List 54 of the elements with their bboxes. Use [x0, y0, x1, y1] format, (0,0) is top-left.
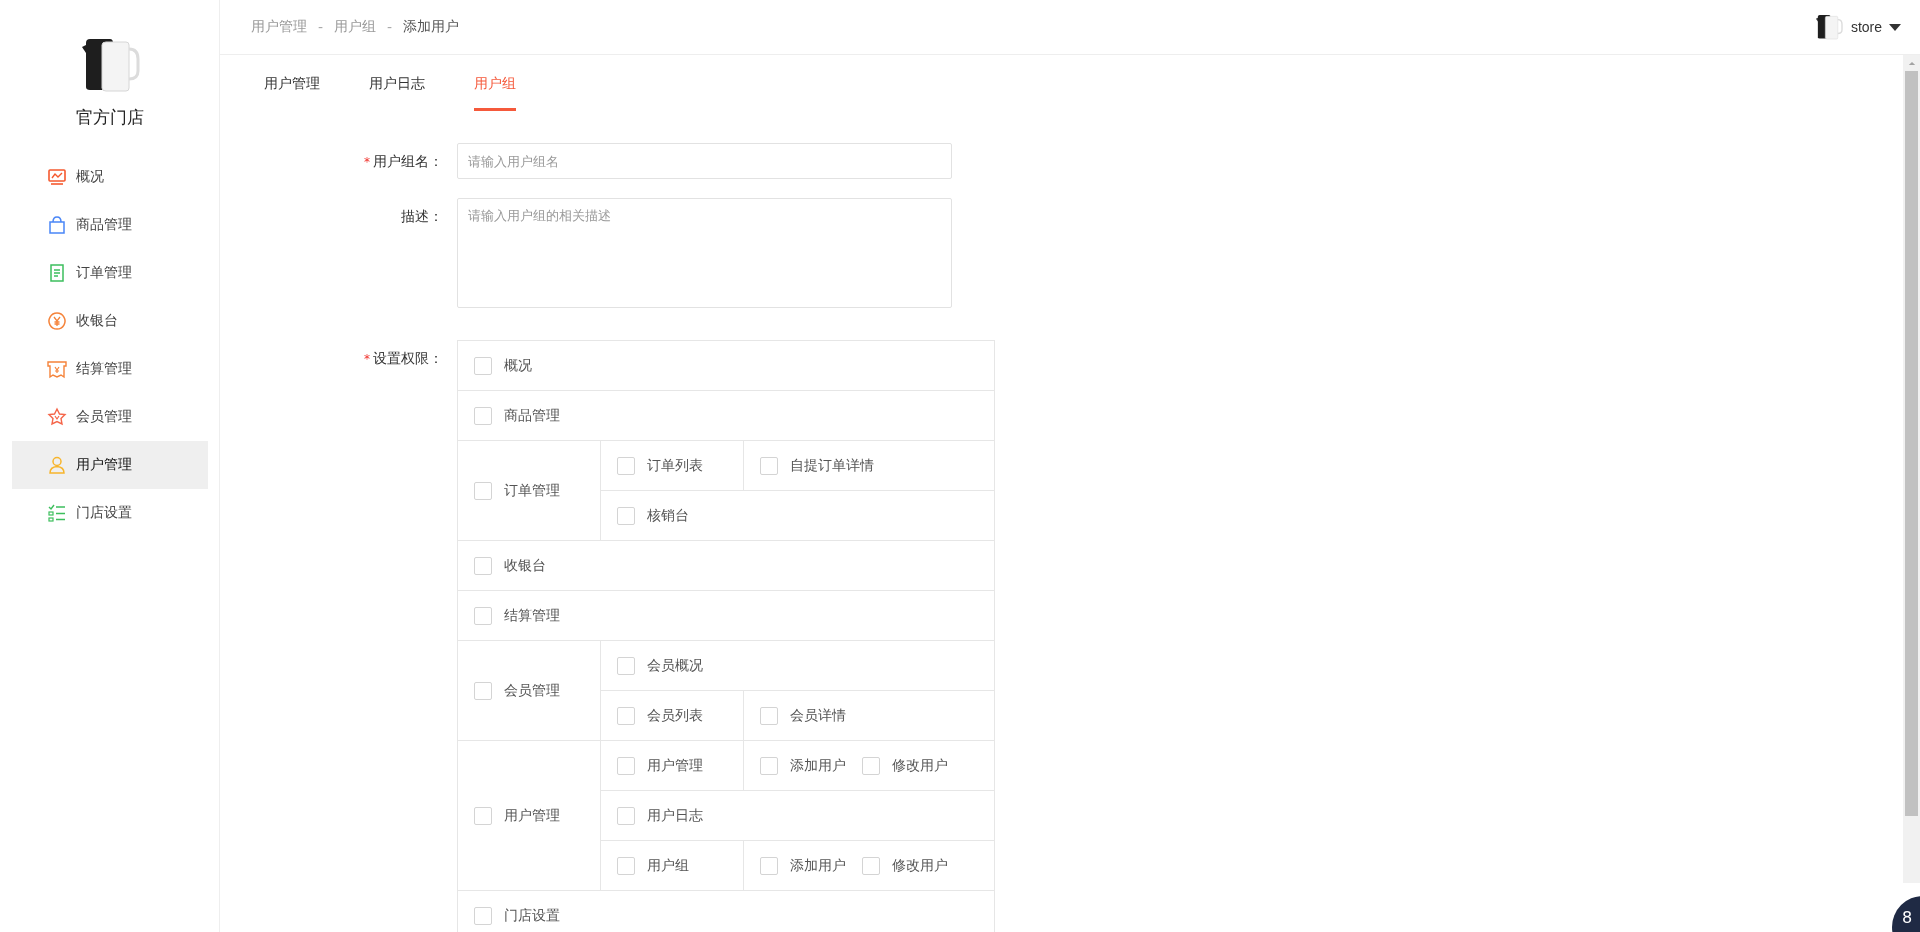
receipt-icon: [46, 359, 67, 379]
checkbox[interactable]: 自提订单详情: [760, 456, 874, 475]
field-label: 设置权限：: [373, 349, 443, 368]
checkbox[interactable]: 会员概况: [617, 656, 703, 675]
checkbox[interactable]: 概况: [474, 356, 532, 375]
yen-coin-icon: [46, 311, 67, 331]
field-label: 描述：: [401, 207, 443, 226]
sidebar-item[interactable]: 收银台: [11, 297, 208, 345]
sidebar-item[interactable]: 结算管理: [11, 345, 208, 393]
description-field[interactable]: 请输入用户组的相关描述: [457, 198, 952, 308]
caret-icon: [1889, 23, 1901, 31]
shopping-bag-icon: [46, 215, 67, 235]
floating-badge[interactable]: 8: [1892, 896, 1920, 932]
checkbox[interactable]: 结算管理: [474, 606, 560, 625]
checkbox[interactable]: 门店设置: [474, 906, 560, 925]
breadcrumb-separator: -: [318, 19, 324, 35]
checklist-icon: [46, 503, 67, 523]
checkbox[interactable]: 会员管理: [474, 681, 560, 700]
checkbox[interactable]: 会员列表: [617, 706, 703, 725]
checkbox[interactable]: 修改用户: [862, 856, 948, 875]
checkbox[interactable]: 用户日志: [617, 806, 703, 825]
required-mark: *: [364, 351, 370, 368]
checkbox[interactable]: 核销台: [617, 506, 689, 525]
checkbox[interactable]: 添加用户: [760, 856, 846, 875]
breadcrumb-separator: -: [387, 19, 393, 35]
sidebar-item[interactable]: 用户管理: [11, 441, 208, 489]
sidebar-item[interactable]: 门店设置: [11, 489, 208, 537]
account-menu[interactable]: store: [1814, 14, 1901, 40]
tab[interactable]: 用户管理: [264, 55, 320, 111]
checkbox[interactable]: 会员详情: [760, 706, 846, 725]
checkbox[interactable]: 订单管理: [474, 481, 560, 500]
sidebar-item[interactable]: 概况: [11, 153, 208, 201]
checkbox[interactable]: 收银台: [474, 556, 546, 575]
checkbox[interactable]: 修改用户: [862, 756, 948, 775]
checkbox[interactable]: 用户管理: [474, 806, 560, 825]
sidebar-item[interactable]: 会员管理: [11, 393, 208, 441]
person-icon: [46, 455, 67, 475]
input-field[interactable]: 请输入用户组名: [457, 143, 952, 179]
scroll-up-arrow-icon[interactable]: [1907, 61, 1916, 66]
field-label: 用户组名：: [373, 152, 443, 171]
checkbox[interactable]: 订单列表: [617, 456, 703, 475]
scrollbar[interactable]: [1903, 55, 1920, 883]
store-name: 官方门店: [75, 106, 144, 129]
sidebar-item[interactable]: 订单管理: [11, 249, 208, 297]
checkbox[interactable]: 用户管理: [617, 756, 703, 775]
kettle-drawing: [1814, 14, 1843, 40]
chart-icon: [46, 167, 67, 187]
required-mark: *: [364, 154, 370, 171]
tab[interactable]: 用户日志: [369, 55, 425, 111]
checkbox[interactable]: 添加用户: [760, 756, 846, 775]
star-icon: [46, 407, 67, 427]
sidebar-item[interactable]: 商品管理: [11, 201, 208, 249]
checkbox[interactable]: 用户组: [617, 856, 689, 875]
checkbox[interactable]: 商品管理: [474, 406, 560, 425]
